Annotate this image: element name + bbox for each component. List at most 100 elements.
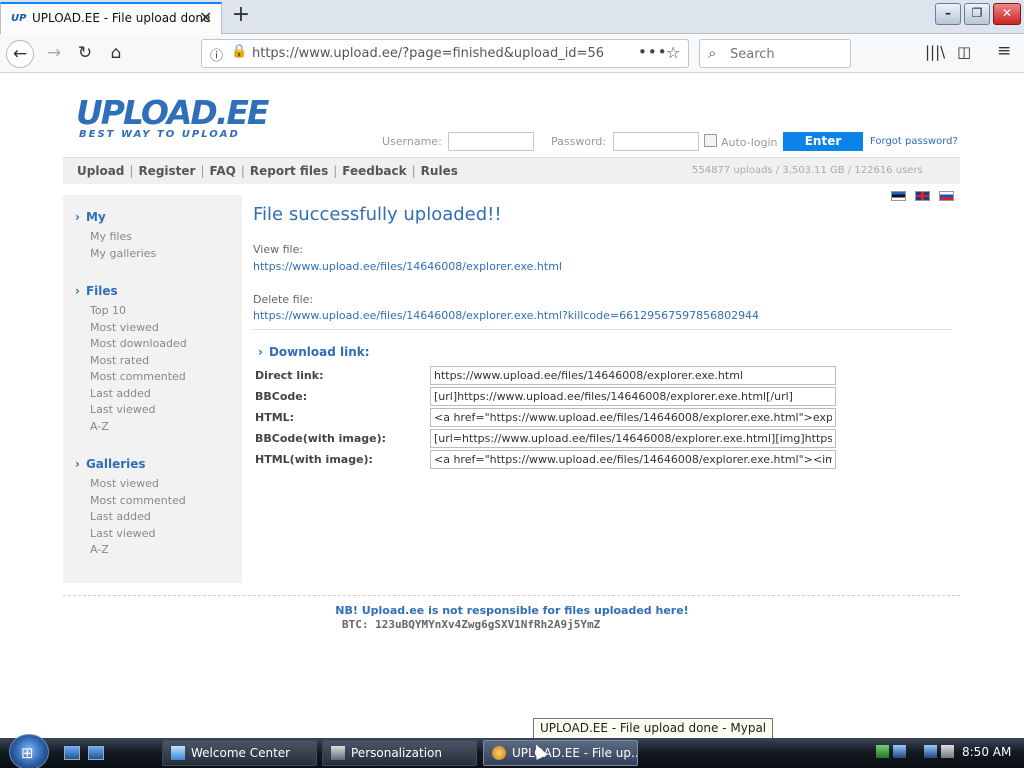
forgot-password-link[interactable]: Forgot password?: [870, 136, 958, 147]
window-minimize-button[interactable]: –: [935, 3, 961, 25]
page-title: File successfully uploaded!!: [253, 204, 502, 225]
view-file-label: View file:: [253, 243, 304, 256]
menu-register[interactable]: Register: [138, 164, 195, 178]
window-maximize-button[interactable]: ❐: [964, 3, 990, 25]
sidebar-item-my-galleries[interactable]: My galleries: [90, 247, 156, 260]
bbcode-label: BBCode:: [255, 390, 308, 403]
sidebar-section-my[interactable]: › My: [75, 210, 106, 224]
reload-icon[interactable]: ↻: [71, 40, 99, 68]
new-tab-plus-icon[interactable]: +: [229, 2, 253, 27]
direct-link-field[interactable]: [430, 366, 836, 385]
clock[interactable]: 8:50 AM: [962, 745, 1011, 759]
estonian-flag-icon[interactable]: [891, 191, 906, 201]
sidebar-item-files-most-commented[interactable]: Most commented: [90, 370, 186, 383]
html-with-image-field[interactable]: [430, 450, 836, 469]
html-with-image-label: HTML(with image):: [255, 453, 373, 466]
html-label: HTML:: [255, 411, 295, 424]
top-menu: Upload | Register | FAQ | Report files | Feedbac…: [63, 157, 960, 184]
upload-favicon-icon: UP: [11, 13, 27, 24]
sidebar-item-galleries-last-viewed[interactable]: Last viewed: [90, 527, 156, 540]
lock-icon[interactable]: 🔒: [231, 44, 247, 59]
footer-btc-address: BTC: 123uBQYMYnXv4Zwg6gSXV1NfRh2A9j5YmZ: [342, 618, 601, 631]
delete-file-link[interactable]: https://www.upload.ee/files/14646008/exp…: [253, 309, 759, 322]
taskbar-tooltip: UPLOAD.EE - File upload done - Mypal: [533, 718, 774, 739]
taskbar-item-label: Welcome Center: [191, 746, 291, 760]
url-text[interactable]: https://www.upload.ee/?page=finished&upl…: [252, 46, 604, 61]
bbcode-field[interactable]: [430, 387, 836, 406]
sidebar-item-galleries-most-commented[interactable]: Most commented: [90, 494, 186, 507]
site-logo[interactable]: UPLOAD.EE BEST WAY TO UPLOAD: [76, 96, 269, 140]
menu-faq[interactable]: FAQ: [210, 164, 236, 178]
language-flags: [891, 190, 959, 204]
sidebar-item-files-most-rated[interactable]: Most rated: [90, 354, 149, 367]
menu-report-files[interactable]: Report files: [250, 164, 328, 178]
login-enter-button[interactable]: Enter: [783, 132, 863, 151]
sidebar-item-files-most-viewed[interactable]: Most viewed: [90, 321, 159, 334]
start-button[interactable]: ⊞: [9, 734, 49, 768]
sidebar-item-my-files[interactable]: My files: [90, 230, 132, 243]
delete-file-label: Delete file:: [253, 293, 314, 306]
sidebar-item-files-top10[interactable]: Top 10: [90, 304, 126, 317]
autologin-label: Auto-login: [721, 136, 778, 149]
menu-rules[interactable]: Rules: [421, 164, 458, 178]
sidebar-toggle-icon[interactable]: ◫: [957, 43, 971, 61]
russian-flag-icon[interactable]: [938, 191, 954, 201]
window-close-button[interactable]: ✕: [993, 3, 1021, 25]
windows-taskbar: ⊞ Welcome Center Personalization UPLOAD.…: [0, 734, 1024, 768]
sidebar-item-files-last-viewed[interactable]: Last viewed: [90, 403, 156, 416]
sidebar-item-files-most-downloaded[interactable]: Most downloaded: [90, 337, 187, 350]
personalization-icon: [331, 746, 345, 760]
forward-arrow-icon[interactable]: →: [40, 40, 68, 68]
html-field[interactable]: [430, 408, 836, 427]
address-bar[interactable]: ⓘ 🔒 https://www.upload.ee/?page=finished…: [201, 39, 689, 68]
taskbar-item-browser[interactable]: UPLOAD.EE - File up...: [483, 740, 638, 766]
bbcode-with-image-field[interactable]: [430, 429, 836, 448]
site-stats: 554877 uploads / 3,503.11 GB / 122616 us…: [692, 165, 923, 176]
show-desktop-icon[interactable]: [64, 746, 80, 760]
sidebar-section-files[interactable]: › Files: [75, 284, 118, 298]
menu-feedback[interactable]: Feedback: [342, 164, 406, 178]
switch-windows-icon[interactable]: [88, 746, 104, 760]
network-tray-icon[interactable]: [924, 745, 937, 758]
view-file-link[interactable]: https://www.upload.ee/files/14646008/exp…: [253, 260, 562, 273]
sidebar-item-files-last-added[interactable]: Last added: [90, 387, 151, 400]
bookmark-star-icon[interactable]: ☆: [666, 43, 680, 62]
password-field[interactable]: [613, 132, 699, 151]
volume-muted-icon[interactable]: [941, 745, 954, 758]
sidebar-section-galleries[interactable]: › Galleries: [75, 457, 146, 471]
search-bar[interactable]: ⌕: [699, 39, 851, 68]
taskbar-item-welcome-center[interactable]: Welcome Center: [162, 740, 317, 766]
menu-upload[interactable]: Upload: [77, 164, 124, 178]
app-tray-icon[interactable]: [893, 745, 906, 758]
back-arrow-icon[interactable]: ←: [6, 40, 34, 68]
password-label: Password:: [551, 135, 607, 148]
windows-logo-icon: ⊞: [21, 744, 34, 762]
navigation-toolbar: ← → ↻ ⌂ ⓘ 🔒 https://www.upload.ee/?page=…: [0, 35, 1024, 73]
search-icon: ⌕: [708, 44, 717, 62]
footer-divider: [63, 595, 960, 596]
autologin-checkbox[interactable]: [704, 134, 717, 147]
english-flag-icon[interactable]: [914, 191, 930, 201]
tab-close-icon[interactable]: ✕: [199, 8, 212, 27]
library-icon[interactable]: |||\: [925, 43, 945, 61]
sidebar-item-galleries-most-viewed[interactable]: Most viewed: [90, 477, 159, 490]
sidebar-item-files-a-z[interactable]: A-Z: [90, 420, 109, 433]
download-link-heading[interactable]: › Download link:: [258, 345, 370, 359]
taskbar-item-personalization[interactable]: Personalization: [322, 740, 477, 766]
username-field[interactable]: [448, 132, 534, 151]
taskbar-item-label: Personalization: [351, 746, 442, 760]
chevron-right-icon: ›: [75, 284, 80, 298]
info-icon[interactable]: ⓘ: [210, 45, 223, 64]
home-icon[interactable]: ⌂: [102, 40, 130, 68]
browser-tab-active[interactable]: UP UPLOAD.EE - File upload done ✕: [0, 2, 222, 34]
divider: [253, 329, 952, 330]
welcome-center-icon: [171, 746, 185, 760]
security-tray-icon[interactable]: [876, 745, 889, 758]
system-tray: 8:50 AM: [872, 740, 1024, 766]
search-input[interactable]: [730, 45, 845, 63]
sidebar-item-galleries-last-added[interactable]: Last added: [90, 510, 151, 523]
browser-icon: [492, 746, 506, 760]
hamburger-menu-icon[interactable]: ≡: [997, 41, 1011, 61]
page-actions-dots-icon[interactable]: •••: [638, 43, 668, 61]
sidebar-item-galleries-a-z[interactable]: A-Z: [90, 543, 109, 556]
